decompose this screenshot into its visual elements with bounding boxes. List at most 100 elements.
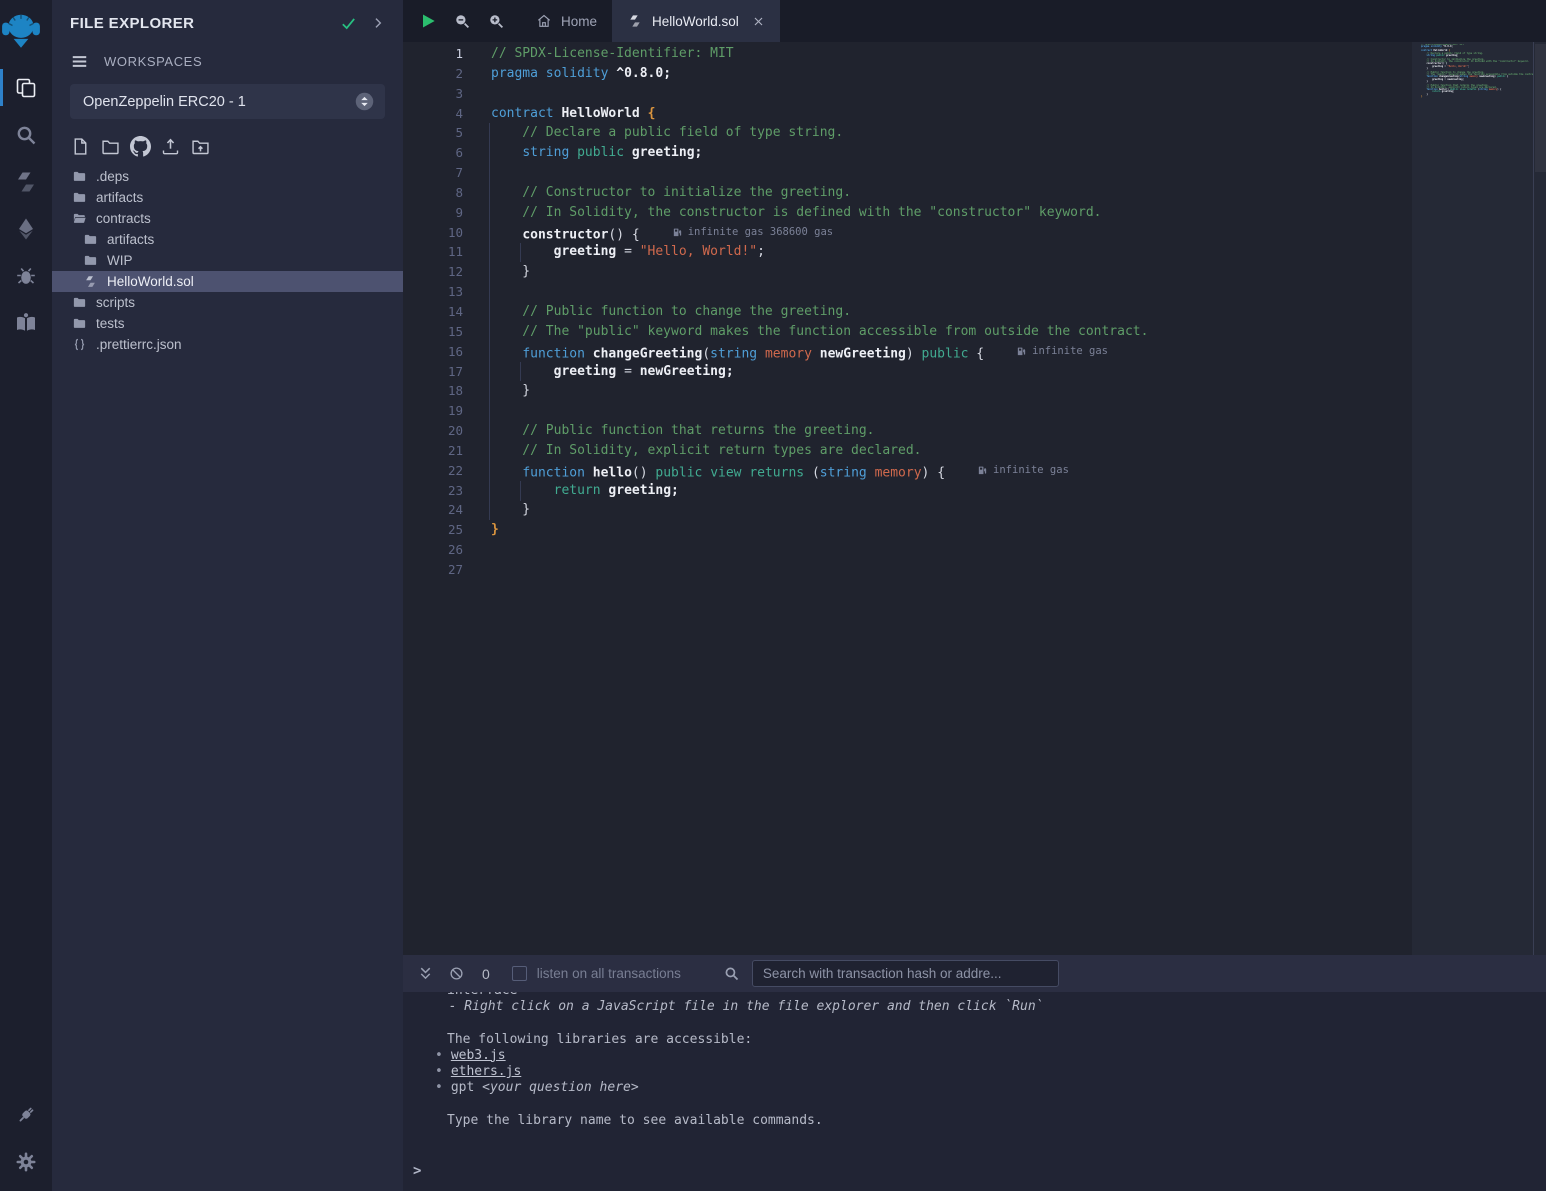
- line-number: 24: [403, 500, 463, 520]
- code-line[interactable]: 10 constructor() {infinite gas 368600 ga…: [403, 223, 1412, 243]
- indent-guide: [489, 123, 490, 520]
- code-line[interactable]: 19: [403, 401, 1412, 421]
- code-line[interactable]: 5 // Declare a public field of type stri…: [403, 123, 1412, 143]
- play-icon: [418, 11, 438, 31]
- zoom-in-button[interactable]: [479, 0, 513, 42]
- activitybar-plugin-manager[interactable]: [0, 1091, 52, 1138]
- panel-title: FILE EXPLORER: [70, 15, 340, 32]
- tree-item[interactable]: HelloWorld.sol: [52, 271, 403, 292]
- tab-home[interactable]: Home: [521, 0, 612, 42]
- code-line[interactable]: 25}: [403, 520, 1412, 540]
- code-line[interactable]: 6 string public greeting;: [403, 143, 1412, 163]
- code-line[interactable]: 8 // Constructor to initialize the greet…: [403, 183, 1412, 203]
- line-number: 8: [403, 183, 463, 203]
- code-line[interactable]: 1// SPDX-License-Identifier: MIT: [403, 44, 1412, 64]
- line-number: 20: [403, 421, 463, 441]
- activitybar-learneth[interactable]: [0, 299, 52, 346]
- editor-area: HomeHelloWorld.sol 1// SPDX-License-Iden…: [403, 0, 1546, 955]
- activitybar-deploy-and-run[interactable]: [0, 205, 52, 252]
- terminal-prompt[interactable]: >: [403, 1163, 1546, 1179]
- code-line[interactable]: 11 greeting = "Hello, World!";: [403, 242, 1412, 262]
- code-line[interactable]: 27: [403, 560, 1412, 580]
- tree-item-label: tests: [96, 316, 125, 331]
- tree-item[interactable]: tests: [52, 313, 403, 334]
- minimap-code: // SPDX-License-Identifier: MITpragma so…: [1421, 44, 1533, 102]
- remix-logo-icon[interactable]: [0, 8, 42, 54]
- terminal-line: - Right click on a JavaScript file in th…: [403, 999, 1546, 1015]
- code-line[interactable]: 13: [403, 282, 1412, 302]
- line-number: 5: [403, 123, 463, 143]
- create-new-folder-button[interactable]: [100, 136, 121, 157]
- solidity-file: [627, 13, 643, 29]
- minimap[interactable]: // SPDX-License-Identifier: MITpragma so…: [1412, 42, 1546, 955]
- workspace-select[interactable]: OpenZeppelin ERC20 - 1: [70, 84, 385, 119]
- gear-icon: [14, 1150, 38, 1174]
- tree-item-label: HelloWorld.sol: [107, 274, 194, 289]
- tree-item[interactable]: WIP: [52, 250, 403, 271]
- code-editor[interactable]: 1// SPDX-License-Identifier: MIT2pragma …: [403, 42, 1412, 955]
- line-number: 1: [403, 44, 463, 64]
- tree-item[interactable]: scripts: [52, 292, 403, 313]
- chevron-right-icon[interactable]: [371, 16, 385, 30]
- scrollbar-slider[interactable]: [1535, 44, 1546, 172]
- code-line[interactable]: 16 function changeGreeting(string memory…: [403, 342, 1412, 362]
- terminal-link[interactable]: ethers.js: [451, 1064, 521, 1079]
- braces-icon: [72, 337, 87, 352]
- indent-guide: [520, 362, 521, 382]
- zoom-out-button[interactable]: [445, 0, 479, 42]
- tree-item[interactable]: artifacts: [52, 229, 403, 250]
- terminal: 0 listen on all transactions interface -…: [403, 955, 1546, 1191]
- code-line[interactable]: 14 // Public function to change the gree…: [403, 302, 1412, 322]
- code-line[interactable]: 3: [403, 84, 1412, 104]
- code-line[interactable]: 22 function hello() public view returns …: [403, 461, 1412, 481]
- toggle-terminal-icon[interactable]: [417, 965, 434, 982]
- terminal-search-input[interactable]: [752, 960, 1059, 987]
- line-number: 23: [403, 481, 463, 501]
- search-icon: [14, 123, 38, 147]
- editor-scrollbar[interactable]: [1533, 42, 1546, 955]
- activitybar-file-explorer[interactable]: [0, 64, 52, 111]
- activitybar-debugger[interactable]: [0, 252, 52, 299]
- listen-transactions-checkbox[interactable]: [512, 966, 527, 981]
- tree-item-label: .deps: [96, 169, 129, 184]
- terminal-search-icon: [723, 965, 740, 982]
- code-line[interactable]: 18 }: [403, 381, 1412, 401]
- tree-item[interactable]: .deps: [52, 166, 403, 187]
- terminal-link[interactable]: web3.js: [451, 1048, 506, 1063]
- code-line[interactable]: 17 greeting = newGreeting;: [403, 362, 1412, 382]
- run-script-button[interactable]: [411, 0, 445, 42]
- code-line[interactable]: 9 // In Solidity, the constructor is def…: [403, 203, 1412, 223]
- code-line[interactable]: 24 }: [403, 500, 1412, 520]
- code-line[interactable]: 7: [403, 163, 1412, 183]
- activitybar-solidity-compiler[interactable]: [0, 158, 52, 205]
- clear-console-icon[interactable]: [448, 965, 465, 982]
- create-new-file-button[interactable]: [70, 136, 91, 157]
- workspace-switch-icon[interactable]: [354, 91, 375, 112]
- upload-file-button[interactable]: [160, 136, 181, 157]
- tree-item-label: artifacts: [96, 190, 143, 205]
- line-number: 19: [403, 401, 463, 421]
- code-line[interactable]: 15 // The "public" keyword makes the fun…: [403, 322, 1412, 342]
- hamburger-menu-icon[interactable]: [70, 52, 89, 71]
- tree-item-label: contracts: [96, 211, 151, 226]
- upload-folder-button[interactable]: [190, 136, 211, 157]
- code-line[interactable]: 2pragma solidity ^0.8.0;: [403, 64, 1412, 84]
- close-icon[interactable]: [752, 15, 765, 28]
- clone-git-repository-button[interactable]: [130, 136, 151, 157]
- tree-item[interactable]: artifacts: [52, 187, 403, 208]
- check-icon[interactable]: [340, 15, 357, 32]
- code-line[interactable]: 26: [403, 540, 1412, 560]
- transaction-count: 0: [482, 966, 490, 982]
- activitybar-search[interactable]: [0, 111, 52, 158]
- tree-item[interactable]: .prettierrc.json: [52, 334, 403, 355]
- line-number: 22: [403, 461, 463, 481]
- code-line[interactable]: 12 }: [403, 262, 1412, 282]
- code-line[interactable]: 23 return greeting;: [403, 481, 1412, 501]
- code-line[interactable]: 4contract HelloWorld {: [403, 104, 1412, 124]
- line-number: 13: [403, 282, 463, 302]
- tree-item[interactable]: contracts: [52, 208, 403, 229]
- code-line[interactable]: 21 // In Solidity, explicit return types…: [403, 441, 1412, 461]
- tab-helloworld-sol[interactable]: HelloWorld.sol: [612, 0, 780, 42]
- code-line[interactable]: 20 // Public function that returns the g…: [403, 421, 1412, 441]
- activitybar-settings[interactable]: [0, 1138, 52, 1185]
